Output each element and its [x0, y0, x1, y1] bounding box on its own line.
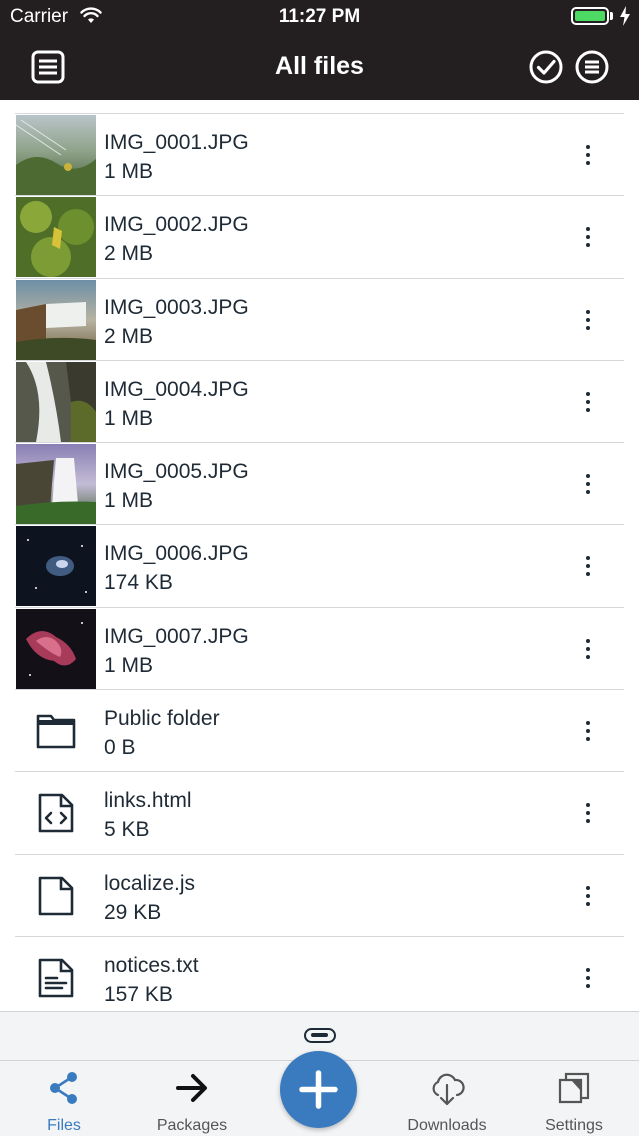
file-name: IMG_0003.JPG — [104, 295, 249, 319]
file-size: 1 MB — [104, 489, 154, 513]
cloud-download-icon — [432, 1073, 465, 1106]
file-size: 1 MB — [104, 653, 154, 677]
folder-row[interactable]: Public folder 0 B — [15, 690, 624, 773]
file-name: Public folder — [104, 707, 220, 731]
share-network-icon — [50, 1072, 77, 1104]
status-bar: Carrier 11:27 PM — [0, 0, 639, 34]
add-button[interactable] — [280, 1051, 357, 1128]
more-options-icon[interactable] — [575, 881, 601, 911]
charging-bolt-icon — [620, 6, 630, 26]
file-row[interactable]: IMG_0007.JPG 1 MB — [15, 608, 624, 691]
tab-files[interactable]: Files — [9, 1061, 119, 1136]
more-options-icon[interactable] — [575, 963, 601, 993]
drawer-handle-icon[interactable] — [304, 1028, 336, 1043]
more-options-icon[interactable] — [575, 469, 601, 499]
arrow-right-icon — [176, 1074, 207, 1102]
file-name: localize.js — [104, 871, 196, 895]
plus-icon — [299, 1070, 338, 1109]
more-options-icon[interactable] — [575, 716, 601, 746]
tab-settings[interactable]: Settings — [519, 1061, 629, 1136]
code-file-icon — [38, 794, 74, 833]
tab-label: Settings — [545, 1117, 603, 1134]
folder-icon — [36, 714, 76, 749]
file-row[interactable]: IMG_0002.JPG 2 MB — [15, 196, 624, 279]
file-name: IMG_0001.JPG — [104, 131, 249, 154]
file-list[interactable]: IMG_0001.JPG 1 MB IMG_0002.JPG 2 MB IMG_… — [15, 113, 624, 1011]
tab-label: Packages — [156, 1117, 228, 1134]
more-options-icon[interactable] — [575, 222, 601, 252]
file-icon — [38, 876, 74, 915]
file-row[interactable]: localize.js 29 KB — [15, 855, 624, 937]
image-thumbnail — [16, 526, 96, 607]
text-file-icon — [38, 958, 74, 998]
status-time: 11:27 PM — [278, 6, 361, 27]
file-name: IMG_0002.JPG — [104, 213, 249, 237]
image-thumbnail — [16, 279, 96, 360]
file-size: 5 KB — [104, 818, 150, 842]
battery-icon — [571, 7, 609, 25]
file-size: 2 MB — [104, 242, 154, 266]
file-size: 0 B — [104, 736, 136, 760]
navigation-bar: All files — [0, 34, 639, 100]
more-options-icon[interactable] — [575, 634, 601, 664]
file-name: IMG_0005.JPG — [104, 460, 249, 484]
image-thumbnail — [16, 608, 96, 689]
image-thumbnail — [16, 361, 96, 442]
file-size: 174 KB — [104, 571, 173, 595]
more-options-icon[interactable] — [575, 551, 601, 581]
file-row[interactable]: IMG_0006.JPG 174 KB — [15, 525, 624, 608]
tab-label: Files — [47, 1117, 81, 1134]
file-size: 2 MB — [104, 324, 154, 348]
sort-list-icon[interactable] — [574, 49, 610, 85]
file-size: 1 MB — [104, 406, 154, 430]
more-options-icon[interactable] — [575, 387, 601, 417]
file-row[interactable]: IMG_0005.JPG 1 MB — [15, 443, 624, 526]
file-row[interactable]: IMG_0004.JPG 1 MB — [15, 361, 624, 444]
more-options-icon[interactable] — [575, 140, 601, 170]
tab-downloads[interactable]: Downloads — [392, 1061, 502, 1136]
tab-packages[interactable]: Packages — [137, 1061, 247, 1136]
file-size: 29 KB — [104, 900, 162, 924]
file-size: 1 MB — [104, 160, 154, 183]
more-options-icon[interactable] — [575, 798, 601, 828]
file-name: IMG_0004.JPG — [104, 377, 249, 401]
top-bar: Carrier 11:27 PM All files — [0, 0, 639, 100]
file-name: IMG_0006.JPG — [104, 542, 249, 566]
file-row[interactable]: IMG_0003.JPG 2 MB — [15, 279, 624, 361]
image-thumbnail — [16, 197, 96, 278]
file-row[interactable]: links.html 5 KB — [15, 772, 624, 855]
file-row[interactable]: notices.txt 157 KB — [15, 937, 624, 1011]
battery-tip — [610, 12, 613, 20]
image-thumbnail — [16, 444, 96, 525]
file-row[interactable]: IMG_0001.JPG 1 MB — [15, 114, 624, 197]
file-name: links.html — [104, 789, 192, 813]
tab-label: Downloads — [407, 1117, 487, 1134]
file-name: IMG_0007.JPG — [104, 624, 249, 648]
more-options-icon[interactable] — [575, 305, 601, 335]
select-check-icon[interactable] — [528, 49, 564, 85]
image-thumbnail — [16, 115, 96, 195]
file-size: 157 KB — [104, 982, 173, 1006]
settings-pages-icon — [558, 1072, 590, 1104]
file-name: notices.txt — [104, 953, 199, 977]
